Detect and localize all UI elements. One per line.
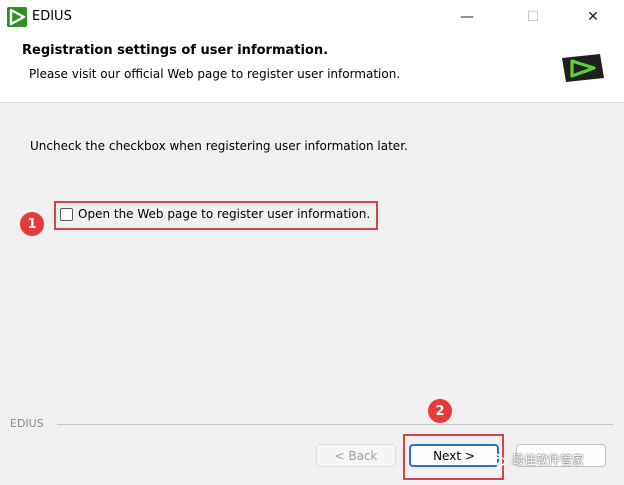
footer-divider	[57, 424, 613, 425]
instruction-text: Uncheck the checkbox when registering us…	[30, 139, 408, 153]
minimize-icon: —	[460, 9, 474, 25]
page-title: Registration settings of user informatio…	[22, 43, 329, 58]
register-checkbox-label[interactable]: Open the Web page to register user infor…	[78, 207, 370, 221]
watermark: 最佳软件管家	[488, 451, 584, 468]
wizard-header: Registration settings of user informatio…	[0, 34, 624, 103]
edius-app-icon	[7, 7, 27, 27]
footer-group-label: EDIUS	[10, 417, 44, 430]
close-icon: ✕	[587, 9, 599, 25]
wechat-icon	[488, 452, 506, 466]
maximize-icon: ☐	[526, 9, 540, 25]
register-checkbox-row[interactable]: Open the Web page to register user infor…	[60, 207, 370, 221]
edius-logo-icon	[562, 54, 604, 82]
step-badge-2: 2	[428, 399, 452, 423]
page-subtitle: Please visit our official Web page to re…	[29, 67, 401, 81]
title-bar: EDIUS — ☐ ✕	[0, 0, 624, 35]
window-title: EDIUS	[32, 9, 72, 24]
register-checkbox[interactable]	[60, 207, 73, 221]
minimize-button[interactable]: —	[444, 0, 490, 34]
back-button: < Back	[316, 444, 396, 467]
close-button[interactable]: ✕	[570, 0, 616, 34]
watermark-text: 最佳软件管家	[512, 453, 585, 467]
step-badge-1: 1	[20, 212, 44, 236]
maximize-button: ☐	[510, 0, 556, 34]
